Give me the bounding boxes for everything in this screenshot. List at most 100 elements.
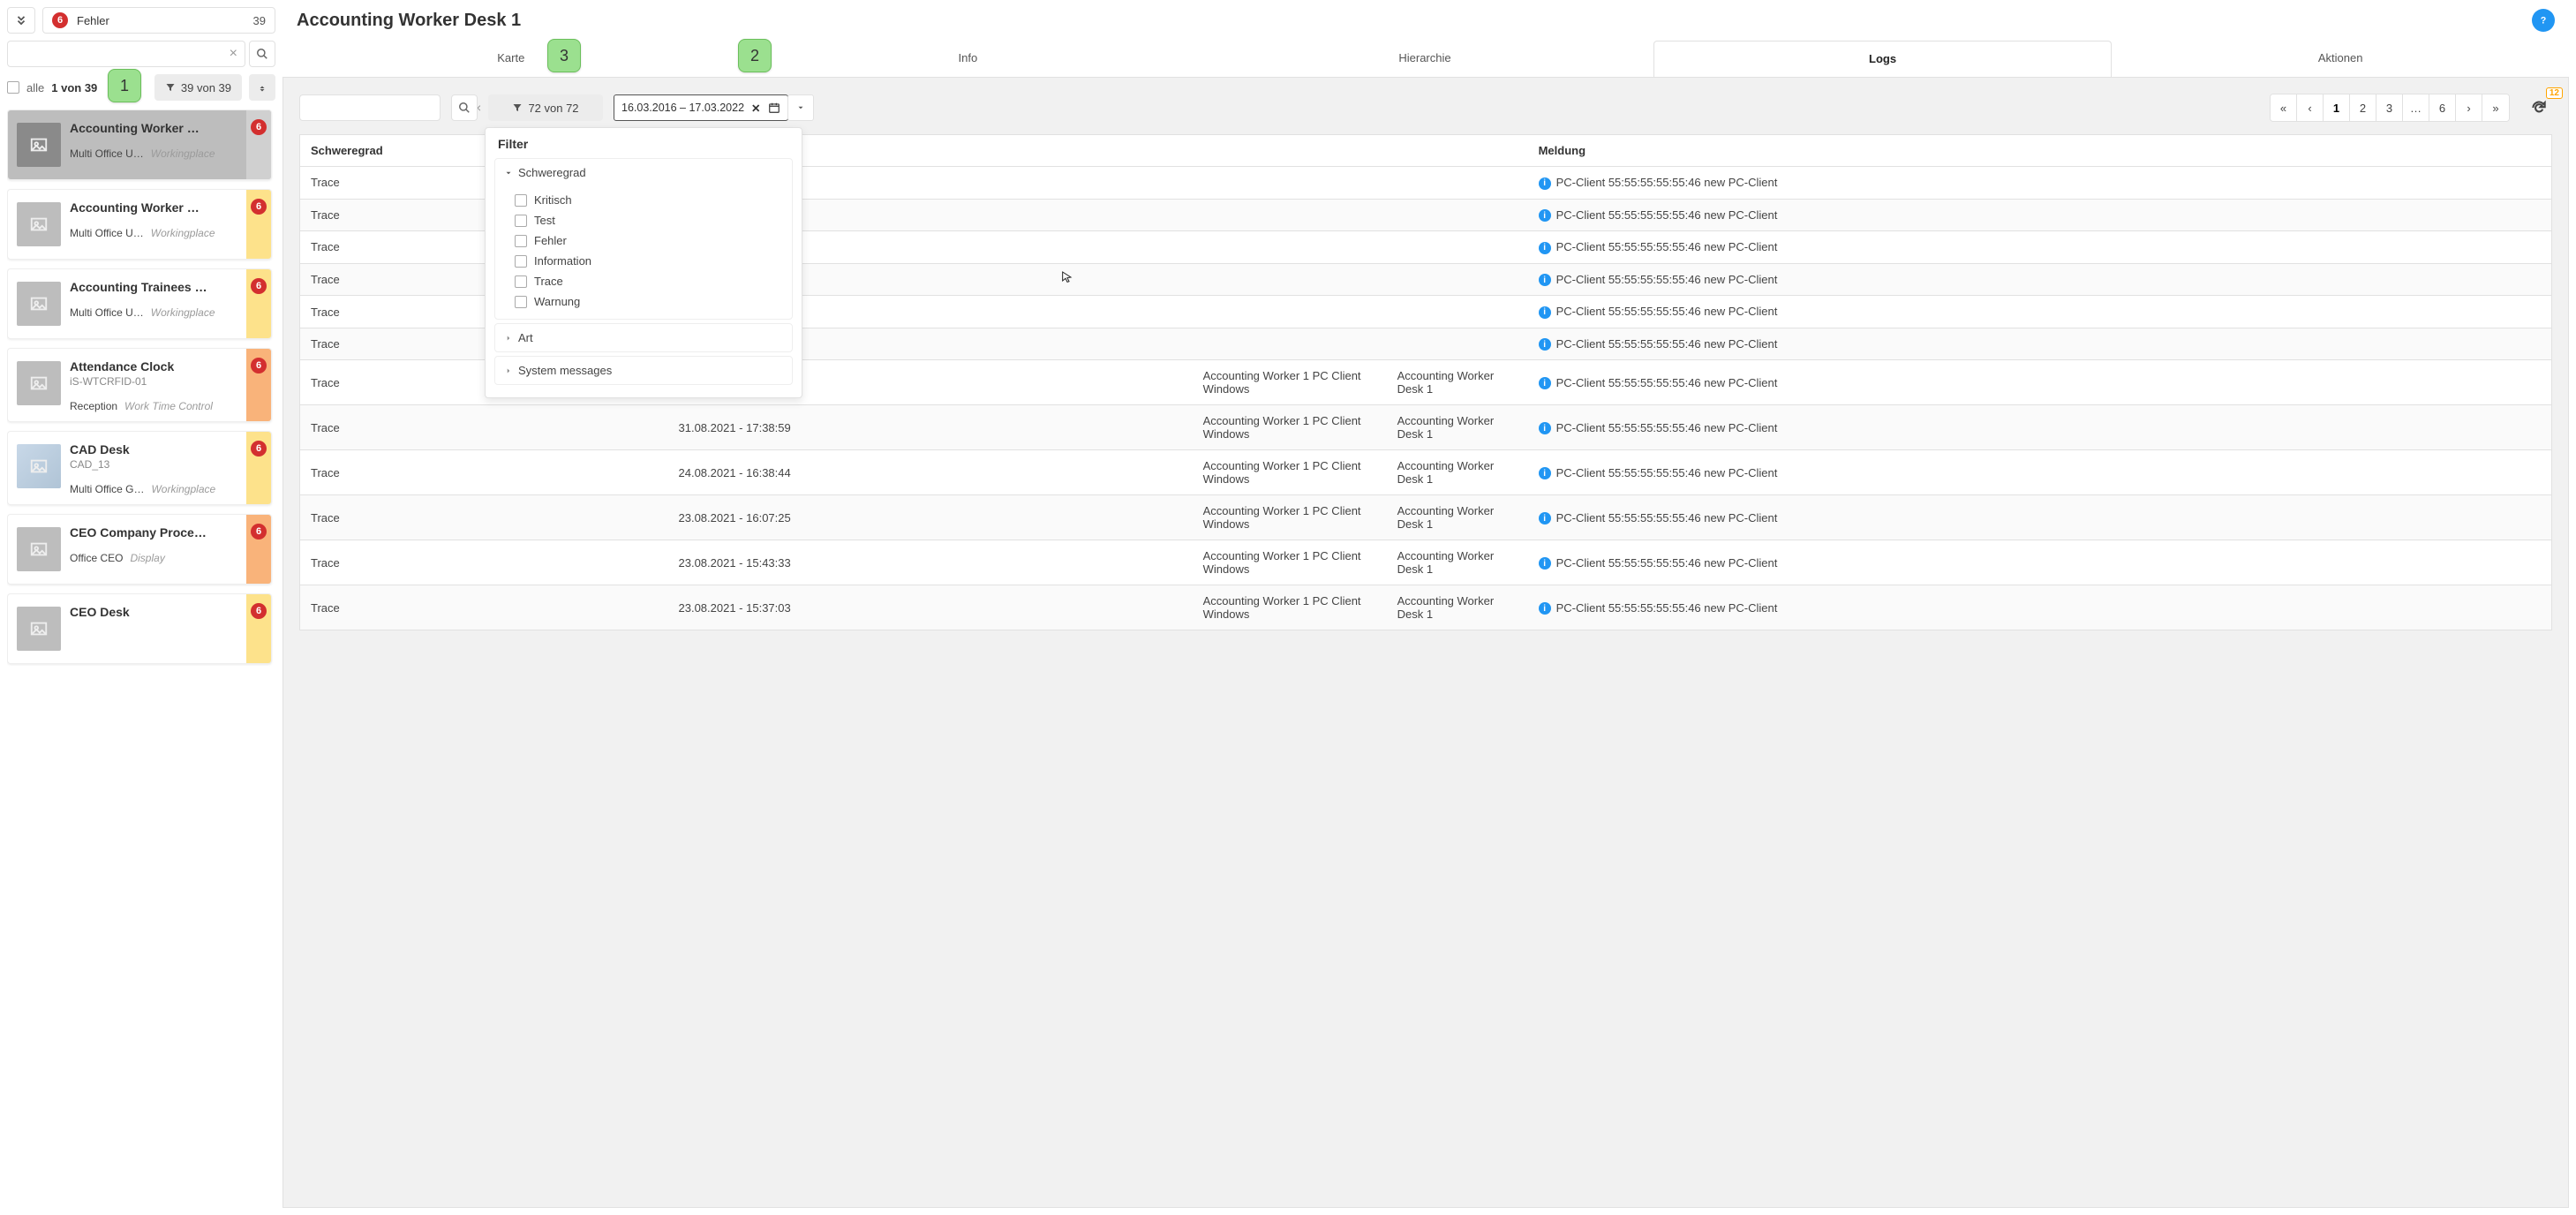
cell-timestamp: 23.08.2021 - 15:37:03 — [668, 585, 1193, 630]
asset-type: Work Time Control — [124, 400, 213, 412]
table-row[interactable]: Trace 24.08.2021 - 16:38:44 Accounting W… — [300, 450, 2552, 495]
date-range-control[interactable]: 16.03.2016 – 17.03.2022 ✕ — [614, 94, 788, 121]
info-icon: i — [1539, 338, 1551, 351]
callout-1: 1 — [108, 69, 141, 102]
filter-option[interactable]: Trace — [515, 271, 783, 291]
status-filter-pill[interactable]: 6 Fehler 39 — [42, 7, 275, 34]
table-row[interactable]: Trace 23.08.2021 - 15:37:03 Accounting W… — [300, 585, 2552, 630]
pager-page[interactable]: 3 — [2376, 94, 2403, 121]
pager-first[interactable]: « — [2271, 94, 2297, 121]
asset-card[interactable]: CAD Desk CAD_13 Multi Office G… Workingp… — [7, 431, 272, 505]
column-header[interactable] — [1193, 135, 1387, 167]
logs-filter-button[interactable]: 72 von 72 — [488, 94, 603, 121]
asset-thumb — [17, 282, 61, 326]
asset-subtitle: CAD_13 — [70, 458, 243, 471]
cell-target — [1387, 231, 1528, 264]
caret-down-icon — [796, 103, 805, 112]
cell-source — [1193, 296, 1387, 328]
asset-location: Multi Office G… — [70, 483, 144, 495]
pager-ellipsis[interactable]: … — [2403, 94, 2429, 121]
asset-status-stripe: 6 — [246, 594, 271, 663]
logs-search-input[interactable] — [300, 102, 467, 115]
tab-hierarchie[interactable]: Hierarchie — [1196, 41, 1653, 77]
pager-page[interactable]: 1 — [2324, 94, 2350, 121]
tab-karte[interactable]: Karte — [282, 41, 740, 77]
cell-target: Accounting Worker Desk 1 — [1387, 450, 1528, 495]
help-button[interactable]: ? — [2532, 9, 2555, 32]
sidebar-search-input-wrap: × — [7, 41, 245, 67]
checkbox[interactable] — [515, 255, 527, 268]
asset-card[interactable]: CEO Desk 6 — [7, 593, 272, 664]
filter-option[interactable]: Warnung — [515, 291, 783, 312]
svg-text:?: ? — [2541, 15, 2547, 26]
table-row[interactable]: Trace 23.08.2021 - 16:07:25 Accounting W… — [300, 495, 2552, 540]
filter-option[interactable]: Test — [515, 210, 783, 230]
filter-option-label: Fehler — [534, 234, 567, 247]
asset-subtitle: iS-WTCRFID-01 — [70, 375, 243, 388]
cell-source: Accounting Worker 1 PC Client Windows — [1193, 450, 1387, 495]
tab-aktionen[interactable]: Aktionen — [2112, 41, 2569, 77]
column-header[interactable]: Meldung — [1528, 135, 2552, 167]
clear-search-icon[interactable]: × — [222, 46, 245, 62]
pager-last[interactable]: » — [2482, 94, 2509, 121]
column-header[interactable] — [1387, 135, 1528, 167]
asset-card[interactable]: Accounting Worker … Multi Office U… Work… — [7, 109, 272, 180]
cell-source — [1193, 167, 1387, 200]
filter-section-art[interactable]: Art — [495, 324, 792, 351]
cell-severity: Trace — [300, 585, 668, 630]
asset-card[interactable]: Accounting Trainees … Multi Office U… Wo… — [7, 268, 272, 339]
cell-target — [1387, 263, 1528, 296]
logs-search-button[interactable] — [451, 94, 478, 121]
checkbox[interactable] — [515, 215, 527, 227]
filter-option[interactable]: Information — [515, 251, 783, 271]
asset-location: Multi Office U… — [70, 306, 144, 319]
asset-list[interactable]: Accounting Worker … Multi Office U… Work… — [7, 108, 275, 1208]
select-all-checkbox[interactable] — [7, 81, 19, 94]
cell-source — [1193, 263, 1387, 296]
refresh-icon — [2530, 99, 2548, 117]
sidebar-search-input[interactable] — [8, 48, 222, 61]
logs-search-wrap: × — [299, 94, 441, 121]
filter-section-system messages[interactable]: System messages — [495, 357, 792, 384]
checkbox[interactable] — [515, 296, 527, 308]
collapse-sidebar-button[interactable] — [7, 7, 35, 34]
table-row[interactable]: Trace 23.08.2021 - 15:43:33 Accounting W… — [300, 540, 2552, 585]
sidebar-filter-button[interactable]: 39 von 39 — [154, 74, 242, 101]
checkbox[interactable] — [515, 194, 527, 207]
sidebar-search-button[interactable] — [249, 41, 275, 67]
sidebar-sort-button[interactable] — [249, 74, 275, 101]
filter-option[interactable]: Fehler — [515, 230, 783, 251]
tab-logs[interactable]: Logs — [1653, 41, 2113, 77]
asset-card[interactable]: Attendance Clock iS-WTCRFID-01 Reception… — [7, 348, 272, 422]
asset-status-stripe: 6 — [246, 269, 271, 338]
pager-page[interactable]: 2 — [2350, 94, 2376, 121]
main-panel: Accounting Worker Desk 1 ? 3 2 KarteInfo… — [282, 0, 2576, 1215]
date-dropdown-button[interactable] — [787, 94, 814, 121]
filter-option[interactable]: Kritisch — [515, 190, 783, 210]
filter-icon — [512, 102, 523, 113]
pager-page[interactable]: 6 — [2429, 94, 2456, 121]
table-row[interactable]: Trace 31.08.2021 - 17:38:59 Accounting W… — [300, 405, 2552, 450]
checkbox[interactable] — [515, 235, 527, 247]
asset-type: Workingplace — [151, 147, 215, 160]
sidebar-filter-label: 39 von 39 — [181, 81, 231, 94]
asset-thumb — [17, 361, 61, 405]
checkbox[interactable] — [515, 275, 527, 288]
asset-thumb — [17, 123, 61, 167]
asset-card[interactable]: CEO Company Proce… Office CEO Display 6 — [7, 514, 272, 585]
cell-message: iPC-Client 55:55:55:55:55:46 new PC-Clie… — [1528, 405, 2552, 450]
tab-info[interactable]: Info — [740, 41, 1197, 77]
filter-section-severity[interactable]: Schweregrad — [495, 159, 792, 186]
image-placeholder-icon — [29, 540, 49, 559]
date-clear-icon[interactable]: ✕ — [751, 102, 760, 115]
tab-bar: 3 2 KarteInfoHierarchieLogsAktionen — [282, 41, 2569, 78]
page-title: Accounting Worker Desk 1 — [297, 11, 521, 31]
calendar-icon[interactable] — [768, 102, 780, 114]
pager-prev[interactable]: ‹ — [2297, 94, 2324, 121]
pager-next[interactable]: › — [2456, 94, 2482, 121]
asset-card[interactable]: Accounting Worker … Multi Office U… Work… — [7, 189, 272, 260]
asset-badge: 6 — [251, 358, 267, 374]
refresh-button[interactable]: 12 — [2526, 94, 2552, 121]
sidebar: 6 Fehler 39 × alle 1 von 39 39 von 39 — [0, 0, 282, 1215]
caret-right-icon — [504, 334, 513, 343]
